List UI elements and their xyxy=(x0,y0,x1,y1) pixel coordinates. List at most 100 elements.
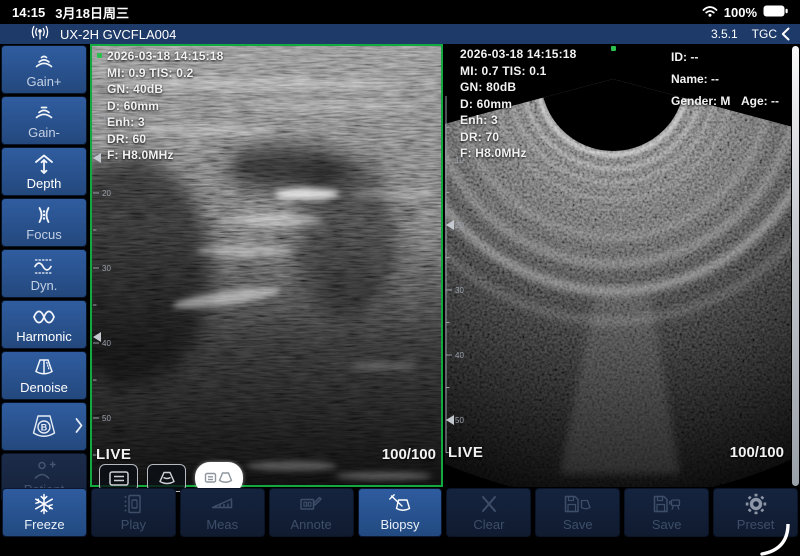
info-line: Enh: 3 xyxy=(460,112,577,129)
toolbar-button-label: Biopsy xyxy=(380,517,419,532)
gain-minus-icon xyxy=(32,102,56,125)
svg-text:40: 40 xyxy=(102,339,111,348)
gain-plus-icon xyxy=(32,51,56,74)
bottom-toolbar: Freeze Play Meas Annote Biopsy xyxy=(0,488,800,537)
app-version: 3.5.1 xyxy=(711,27,738,41)
clear-button[interactable]: Clear xyxy=(446,488,531,537)
annotation-pencil-icon xyxy=(298,493,324,515)
b-mode-letter: B xyxy=(41,422,48,432)
gesture-arc-indicator xyxy=(750,524,792,556)
linear-view-icon xyxy=(108,470,130,487)
sidebar-item-label: Gain+ xyxy=(26,74,61,89)
orientation-marker-dot xyxy=(611,46,616,51)
sidebar-item-label: Gain- xyxy=(28,125,60,140)
toolbar-button-label: Freeze xyxy=(24,517,64,532)
biopsy-needle-icon xyxy=(388,493,412,515)
svg-text:30: 30 xyxy=(455,286,464,295)
patient-name: Name: -- xyxy=(671,68,730,90)
info-line: F: H8.0MHz xyxy=(107,147,224,164)
ruler-wedge-icon xyxy=(210,493,234,515)
info-line: 2026-03-18 14:15:18 xyxy=(107,48,224,65)
freeze-button[interactable]: Freeze xyxy=(2,488,87,537)
biopsy-button[interactable]: Biopsy xyxy=(358,488,443,537)
info-line: 2026-03-18 14:15:18 xyxy=(460,46,577,63)
right-image-info: 2026-03-18 14:15:18 MI: 0.7 TIS: 0.1 GN:… xyxy=(460,46,577,162)
battery-percent: 100% xyxy=(724,5,757,20)
ultrasound-app-screen: 14:15 3月18日周三 100% UX-2H GVCFLA004 3.5.1… xyxy=(0,0,800,556)
toolbar-button-label: Play xyxy=(121,517,146,532)
info-line: MI: 0.9 TIS: 0.2 xyxy=(107,65,224,82)
info-line: D: 60mm xyxy=(107,98,224,115)
svg-text:20: 20 xyxy=(102,189,111,198)
chevron-left-icon xyxy=(781,27,790,41)
sidebar-item-label: Dyn. xyxy=(31,278,58,293)
svg-text:40: 40 xyxy=(455,351,464,360)
b-mode-button[interactable]: B xyxy=(1,402,87,451)
sidebar: Gain+ Gain- Depth Focus Dyn. xyxy=(1,45,87,502)
frame-counter: 100/100 xyxy=(730,444,784,461)
svg-text:50: 50 xyxy=(102,414,111,423)
info-line: DR: 60 xyxy=(107,131,224,148)
measure-button[interactable]: Meas xyxy=(180,488,265,537)
status-bar: 14:15 3月18日周三 100% xyxy=(0,0,800,24)
focus-button[interactable]: Focus xyxy=(1,198,87,247)
play-button[interactable]: Play xyxy=(91,488,176,537)
tgc-edge-scrollbar[interactable] xyxy=(792,46,799,486)
patient-gender: Gender: M xyxy=(671,90,730,112)
save-image-icon xyxy=(563,493,593,515)
patient-info-block: ID: -- Name: -- Gender: M xyxy=(671,46,730,112)
info-line: GN: 80dB xyxy=(460,79,577,96)
live-status-label: LIVE xyxy=(96,446,131,463)
harmonic-icon xyxy=(31,306,57,329)
denoise-icon xyxy=(31,357,57,380)
sidebar-item-label: Focus xyxy=(26,227,61,242)
denoise-button[interactable]: Denoise xyxy=(1,351,87,400)
depth-button[interactable]: Depth xyxy=(1,147,87,196)
patient-id: ID: -- xyxy=(671,46,730,68)
info-line: MI: 0.7 TIS: 0.1 xyxy=(460,63,577,80)
snowflake-icon xyxy=(33,493,55,515)
gain-plus-button[interactable]: Gain+ xyxy=(1,45,87,94)
save-video-icon xyxy=(652,493,682,515)
info-line: F: H8.0MHz xyxy=(460,145,577,162)
live-status-label: LIVE xyxy=(448,444,483,461)
dual-view-icon xyxy=(203,469,235,487)
battery-icon xyxy=(763,5,788,20)
gain-minus-button[interactable]: Gain- xyxy=(1,96,87,145)
probe-antenna-icon xyxy=(30,25,50,43)
annotate-button[interactable]: Annote xyxy=(269,488,354,537)
tgc-label: TGC xyxy=(752,27,777,41)
toolbar-button-label: Save xyxy=(563,517,593,532)
title-bar: UX-2H GVCFLA004 3.5.1 TGC xyxy=(0,24,800,44)
frame-counter: 100/100 xyxy=(382,446,436,463)
b-mode-sector-icon: B xyxy=(27,410,61,444)
gear-icon xyxy=(745,493,767,515)
focus-icon xyxy=(32,204,56,227)
orientation-marker-dot xyxy=(97,53,102,58)
toolbar-button-label: Save xyxy=(652,517,682,532)
chevron-right-icon xyxy=(75,417,83,436)
right-ultrasound-panel[interactable]: 10 20 30 40 50 2026-03-18 14:15:18 MI: 0… xyxy=(445,44,791,487)
save-video-button[interactable]: Save xyxy=(624,488,709,537)
depth-icon xyxy=(32,153,56,176)
tgc-panel-toggle[interactable]: TGC xyxy=(752,27,790,41)
left-ultrasound-panel[interactable]: 10 20 30 40 50 2026-03-18 14:15:18 MI: 0… xyxy=(90,44,443,487)
svg-text:30: 30 xyxy=(102,264,111,273)
info-line: D: 60mm xyxy=(460,96,577,113)
clock: 14:15 xyxy=(12,5,45,20)
info-line: Enh: 3 xyxy=(107,114,224,131)
patient-age: Age: -- xyxy=(741,90,779,112)
cine-film-icon xyxy=(121,493,145,515)
dynamic-range-button[interactable]: Dyn. xyxy=(1,249,87,298)
sidebar-item-label: Harmonic xyxy=(16,329,72,344)
toolbar-button-label: Annote xyxy=(291,517,332,532)
toolbar-button-label: Meas xyxy=(206,517,238,532)
patient-icon xyxy=(31,459,57,482)
svg-text:20: 20 xyxy=(455,221,464,230)
clear-x-icon xyxy=(479,493,499,515)
wifi-icon xyxy=(702,5,718,20)
info-line: DR: 70 xyxy=(460,129,577,146)
sidebar-item-label: Denoise xyxy=(20,380,68,395)
save-image-button[interactable]: Save xyxy=(535,488,620,537)
harmonic-button[interactable]: Harmonic xyxy=(1,300,87,349)
